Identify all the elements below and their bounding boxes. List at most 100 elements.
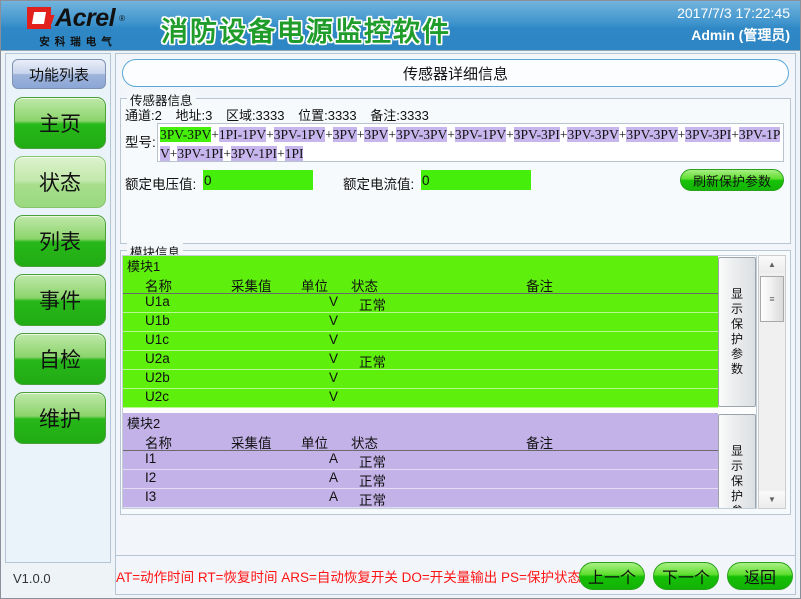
- table-row[interactable]: U2aV正常: [123, 351, 718, 370]
- column-header: 采集值: [231, 275, 272, 295]
- table-row[interactable]: I1 A 正常: [123, 451, 718, 470]
- model-segment: 3PV-1PI: [231, 146, 277, 161]
- table-row[interactable]: U2bV: [123, 370, 718, 389]
- show-protection-params-button[interactable]: 显示保护参数: [718, 414, 756, 509]
- module-title: 模块1: [123, 256, 718, 275]
- sensor-address: 地址:3: [175, 108, 212, 123]
- sidebar-item-home[interactable]: 主页: [14, 97, 106, 149]
- header-username: Admin (管理员): [691, 25, 790, 45]
- module-scrollbar[interactable]: ▲ ≡ ▼: [758, 255, 786, 509]
- trademark-icon: ®: [119, 14, 125, 23]
- model-segment: 3PV-1PV: [274, 127, 325, 142]
- module-title: 模块2: [123, 413, 718, 432]
- column-header: 单位: [301, 275, 328, 295]
- cell-unit: V: [329, 351, 338, 366]
- logo-row: Acrel ®: [27, 4, 125, 33]
- show-protection-params-button[interactable]: 显示保护参数: [718, 257, 756, 407]
- cell-unit: V: [329, 508, 338, 509]
- vertical-char: 示: [731, 302, 743, 317]
- model-segment: 3PV-3PV: [160, 127, 211, 142]
- header-datetime: 2017/7/3 17:22:45: [677, 5, 790, 21]
- column-header: 单位: [301, 432, 328, 452]
- model-segment: +: [266, 127, 274, 142]
- table-row[interactable]: U1b V: [123, 313, 718, 332]
- cell-unit: A: [329, 470, 338, 485]
- sidebar-item-list[interactable]: 列表: [14, 215, 106, 267]
- vertical-char: 护: [731, 489, 743, 504]
- model-segment: 3PV-3PV: [626, 127, 677, 142]
- rated-current-label: 额定电流值:: [343, 173, 414, 193]
- vertical-char: 参: [731, 504, 743, 509]
- cell-name: I3: [145, 489, 156, 504]
- version-label: V1.0.0: [13, 571, 51, 586]
- module-list[interactable]: 模块1名称采集值单位状态备注U1aV正常U1bVU1cVU2aV正常U2bVU2…: [122, 255, 757, 509]
- table-row[interactable]: U2cV: [123, 389, 718, 408]
- sensor-info-group: 传感器信息 通道:2 地址:3 区域:3333 位置:3333 备注:3333 …: [120, 98, 791, 244]
- model-segment: +: [388, 127, 396, 142]
- model-segment: 1PI-1PV: [219, 127, 266, 142]
- model-segment: 3PV: [333, 127, 357, 142]
- module-block: 模块1名称采集值单位状态备注U1aV正常U1bVU1cVU2aV正常U2bVU2…: [123, 256, 718, 408]
- vertical-char: 参: [731, 347, 743, 362]
- column-header: 采集值: [231, 432, 272, 452]
- sensor-note: 备注:3333: [370, 108, 429, 123]
- column-header: 备注: [526, 275, 553, 295]
- model-segment: +: [325, 127, 333, 142]
- cell-name: U1b: [145, 313, 170, 328]
- sidebar-item-selftest[interactable]: 自检: [14, 333, 106, 385]
- bottom-bar: AT=动作时间 RT=恢复时间 ARS=自动恢复开关 DO=开关量输出 PS=保…: [115, 555, 796, 595]
- sidebar-item-maintenance[interactable]: 维护: [14, 392, 106, 444]
- page-title: 传感器详细信息: [122, 59, 789, 87]
- back-button[interactable]: 返回: [727, 562, 793, 590]
- rated-current-value[interactable]: 0: [421, 170, 531, 190]
- cell-unit: V: [329, 332, 338, 347]
- table-row[interactable]: I3A正常: [123, 489, 718, 508]
- rated-values-row: 额定电压值: 0 额定电流值: 0 刷新保护参数: [125, 169, 788, 195]
- scroll-down-icon[interactable]: ▼: [759, 491, 785, 508]
- cell-name: I1: [145, 451, 156, 466]
- cell-unit: V: [329, 313, 338, 328]
- refresh-protection-params-button[interactable]: 刷新保护参数: [680, 169, 784, 191]
- cell-name: U1: [145, 508, 162, 509]
- table-row[interactable]: U1cV: [123, 332, 718, 351]
- model-segment: 1PI: [285, 146, 304, 161]
- table-row[interactable]: U1aV正常: [123, 294, 718, 313]
- sidebar-item-events[interactable]: 事件: [14, 274, 106, 326]
- next-button[interactable]: 下一个: [653, 562, 719, 590]
- model-segment: +: [277, 146, 285, 161]
- scroll-up-icon[interactable]: ▲: [759, 256, 785, 273]
- cell-unit: V: [329, 389, 338, 404]
- previous-button[interactable]: 上一个: [579, 562, 645, 590]
- cell-state: 正常: [359, 470, 386, 490]
- model-segment: 3PV-3PI: [685, 127, 731, 142]
- cell-state: 正常: [359, 351, 386, 371]
- module-row-wrapper: 模块1名称采集值单位状态备注U1aV正常U1bVU1cVU2aV正常U2bVU2…: [123, 256, 756, 408]
- sensor-channel: 通道:2: [125, 108, 162, 123]
- cell-state: 正常: [359, 508, 386, 509]
- model-segment: 3PV-1PI: [177, 146, 223, 161]
- table-row[interactable]: U1 V 正常: [123, 508, 718, 509]
- acrel-mark-icon: [27, 7, 51, 29]
- rated-voltage-value[interactable]: 0: [203, 170, 313, 190]
- vertical-char: 数: [731, 362, 743, 377]
- sidebar-item-status[interactable]: 状态: [14, 156, 106, 208]
- vertical-char: 保: [731, 474, 743, 489]
- model-label: 型号:: [125, 131, 156, 151]
- module-info-group: 模块信息 模块1名称采集值单位状态备注U1aV正常U1bVU1cVU2aV正常U…: [120, 250, 791, 515]
- vertical-char: 示: [731, 459, 743, 474]
- column-header: 状态: [351, 432, 378, 452]
- cell-unit: A: [329, 451, 338, 466]
- app-header: Acrel ® 安科瑞电气 消防设备电源监控软件 2017/7/3 17:22:…: [1, 1, 801, 51]
- acrel-logo: Acrel ® 安科瑞电气: [15, 5, 137, 47]
- column-header: 备注: [526, 432, 553, 452]
- scrollbar-thumb[interactable]: ≡: [760, 276, 784, 322]
- vertical-char: 显: [731, 287, 743, 302]
- cell-name: I2: [145, 470, 156, 485]
- cell-state: 正常: [359, 451, 386, 471]
- model-value-field[interactable]: 3PV-3PV+1PI-1PV+3PV-1PV+3PV+3PV+3PV-3PV+…: [157, 123, 784, 162]
- cell-state: 正常: [359, 294, 386, 314]
- cell-unit: V: [329, 294, 338, 309]
- model-segment: 3PV-3PI: [514, 127, 560, 142]
- sidebar: 功能列表 主页 状态 列表 事件 自检 维护: [5, 53, 111, 563]
- table-row[interactable]: I2 A 正常: [123, 470, 718, 489]
